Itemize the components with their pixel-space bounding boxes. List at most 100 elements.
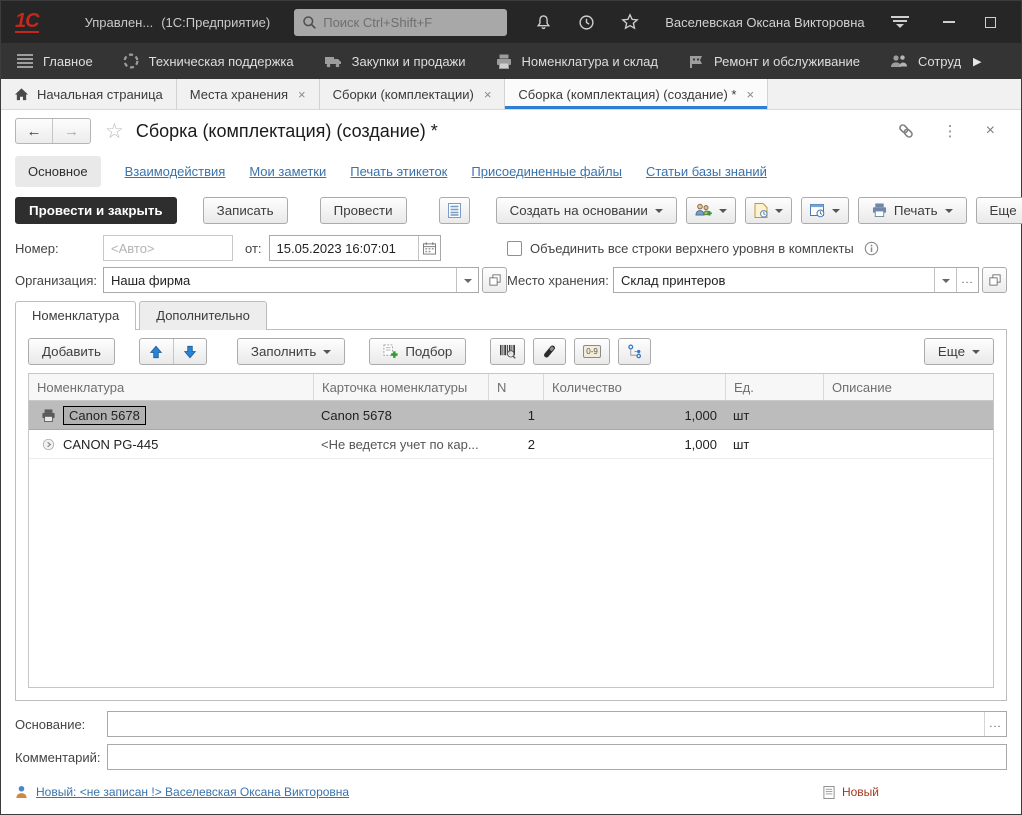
global-search[interactable] xyxy=(294,8,508,36)
ribbon-overflow-icon[interactable]: ▶ xyxy=(973,55,981,68)
comment-field[interactable] xyxy=(107,744,1007,770)
history-icon[interactable] xyxy=(578,14,595,31)
form-close-icon[interactable]: × xyxy=(986,122,995,140)
storage-place-field[interactable]: Склад принтеров ... xyxy=(613,267,979,293)
cell-n[interactable]: 1 xyxy=(488,401,543,429)
navlink-my-notes[interactable]: Мои заметки xyxy=(249,164,326,179)
navlink-interactions[interactable]: Взаимодействия xyxy=(125,164,226,179)
col-header-description[interactable]: Описание xyxy=(823,374,993,400)
back-button[interactable]: ← xyxy=(16,119,53,143)
cell-card[interactable]: Canon 5678 xyxy=(313,401,488,429)
basis-input[interactable] xyxy=(115,716,984,732)
tab-assembly-new[interactable]: Сборка (комплектация) (создание) * × xyxy=(505,79,769,109)
cell-nomenclature[interactable]: CANON PG-445 xyxy=(63,437,158,452)
section-tech-support[interactable]: Техническая поддержка xyxy=(123,53,294,69)
table-row[interactable]: Canon 5678 Canon 5678 1 1,000 шт xyxy=(29,401,993,430)
table-empty-area[interactable] xyxy=(29,459,993,687)
cell-quantity[interactable]: 1,000 xyxy=(543,430,725,458)
printer-icon xyxy=(496,54,512,69)
cell-unit[interactable]: шт xyxy=(725,401,823,429)
post-and-close-button[interactable]: Провести и закрыть xyxy=(15,196,177,224)
user-name[interactable]: Васелевская Оксана Викторовна xyxy=(665,15,864,30)
add-row-button[interactable]: Добавить xyxy=(28,338,115,365)
navlink-label-printing[interactable]: Печать этикеток xyxy=(350,164,447,179)
cell-card[interactable]: <Не ведется учет по кар... xyxy=(313,430,488,458)
service-menu-icon[interactable] xyxy=(890,16,909,28)
section-repair-service[interactable]: Ремонт и обслуживание xyxy=(688,54,860,69)
dropdown-icon[interactable] xyxy=(456,268,478,292)
col-header-card[interactable]: Карточка номенклатуры xyxy=(313,374,488,400)
move-up-icon[interactable] xyxy=(140,339,173,364)
merge-top-rows-checkbox[interactable] xyxy=(507,240,522,256)
choose-from-list-icon[interactable]: ... xyxy=(956,268,978,292)
get-link-icon[interactable] xyxy=(897,122,915,140)
open-storage-place-icon[interactable] xyxy=(982,267,1007,293)
expand-row-icon[interactable] xyxy=(37,438,59,451)
dropdown-icon[interactable] xyxy=(934,268,956,292)
more-button[interactable]: Еще xyxy=(975,196,1022,224)
favorites-icon[interactable] xyxy=(621,13,640,31)
maximize-button[interactable] xyxy=(984,16,996,28)
more-menu-icon[interactable]: ⋮ xyxy=(943,122,958,140)
info-icon[interactable] xyxy=(864,241,879,256)
minimize-button[interactable] xyxy=(942,21,955,23)
favorite-star-icon[interactable]: ☆ xyxy=(105,119,124,144)
cell-unit[interactable]: шт xyxy=(725,430,823,458)
posting-journal-button[interactable] xyxy=(438,196,470,224)
scanner-button[interactable] xyxy=(533,338,567,365)
date-field[interactable] xyxy=(268,235,441,261)
tab-home[interactable]: Начальная страница xyxy=(1,79,177,109)
post-button[interactable]: Провести xyxy=(319,196,407,224)
section-employees[interactable]: Сотруд xyxy=(890,54,961,69)
organization-field[interactable]: Наша фирма xyxy=(103,267,479,293)
comment-input[interactable] xyxy=(115,749,999,765)
table-row[interactable]: CANON PG-445 <Не ведется учет по кар... … xyxy=(29,430,993,459)
navlink-main[interactable]: Основное xyxy=(15,155,101,187)
reminders-button[interactable] xyxy=(800,196,849,224)
navlink-knowledge-base[interactable]: Статьи базы знаний xyxy=(646,164,767,179)
items-more-button[interactable]: Еще xyxy=(923,338,994,365)
cell-description[interactable] xyxy=(823,401,993,429)
create-based-on-button[interactable]: Создать на основании xyxy=(495,196,677,224)
tab-nomenclature[interactable]: Номенклатура xyxy=(15,301,137,330)
forward-button[interactable]: → xyxy=(53,119,90,143)
cell-description[interactable] xyxy=(823,430,993,458)
tab-close-icon[interactable]: × xyxy=(298,87,306,102)
cell-nomenclature[interactable]: Canon 5678 xyxy=(63,405,146,425)
tab-storage-places[interactable]: Места хранения × xyxy=(177,79,320,109)
fill-button[interactable]: Заполнить xyxy=(236,338,346,365)
quantity-input-button[interactable]: 0-9 xyxy=(574,338,610,365)
move-down-icon[interactable] xyxy=(172,339,206,364)
open-organization-icon[interactable] xyxy=(482,267,507,293)
col-header-n[interactable]: N xyxy=(488,374,543,400)
cell-n[interactable]: 2 xyxy=(488,430,543,458)
notifications-icon[interactable] xyxy=(535,14,552,31)
assign-performers-button[interactable] xyxy=(685,196,736,224)
structure-button[interactable] xyxy=(617,338,651,365)
col-header-quantity[interactable]: Количество xyxy=(543,374,725,400)
write-button[interactable]: Записать xyxy=(202,196,288,224)
section-purchases-sales[interactable]: Закупки и продажи xyxy=(324,54,466,69)
section-nomenclature-warehouse[interactable]: Номенклатура и склад xyxy=(496,54,658,69)
document-tasks-button[interactable] xyxy=(744,196,792,224)
date-input[interactable] xyxy=(276,240,418,256)
navlink-attached-files[interactable]: Присоединенные файлы xyxy=(471,164,622,179)
col-header-unit[interactable]: Ед. xyxy=(725,374,823,400)
section-main[interactable]: Главное xyxy=(17,54,93,69)
barcode-search-button[interactable] xyxy=(490,338,526,365)
tab-assemblies-list[interactable]: Сборки (комплектации) × xyxy=(320,79,506,109)
calendar-icon[interactable] xyxy=(417,236,440,260)
pick-button[interactable]: Подбор xyxy=(369,338,467,365)
tab-additional[interactable]: Дополнительно xyxy=(139,301,267,330)
print-button[interactable]: Печать xyxy=(857,196,967,224)
document-status-link[interactable]: Новый: <не записан !> Васелевская Оксана… xyxy=(36,785,349,799)
tab-close-icon[interactable]: × xyxy=(484,87,492,102)
search-input[interactable] xyxy=(323,14,500,30)
basis-field[interactable]: ... xyxy=(107,711,1007,737)
number-input[interactable] xyxy=(111,240,225,256)
cell-quantity[interactable]: 1,000 xyxy=(543,401,725,429)
basis-choose-icon[interactable]: ... xyxy=(984,712,1006,736)
number-field[interactable] xyxy=(103,235,233,261)
tab-close-icon[interactable]: × xyxy=(747,87,755,102)
col-header-nomenclature[interactable]: Номенклатура xyxy=(29,374,313,400)
